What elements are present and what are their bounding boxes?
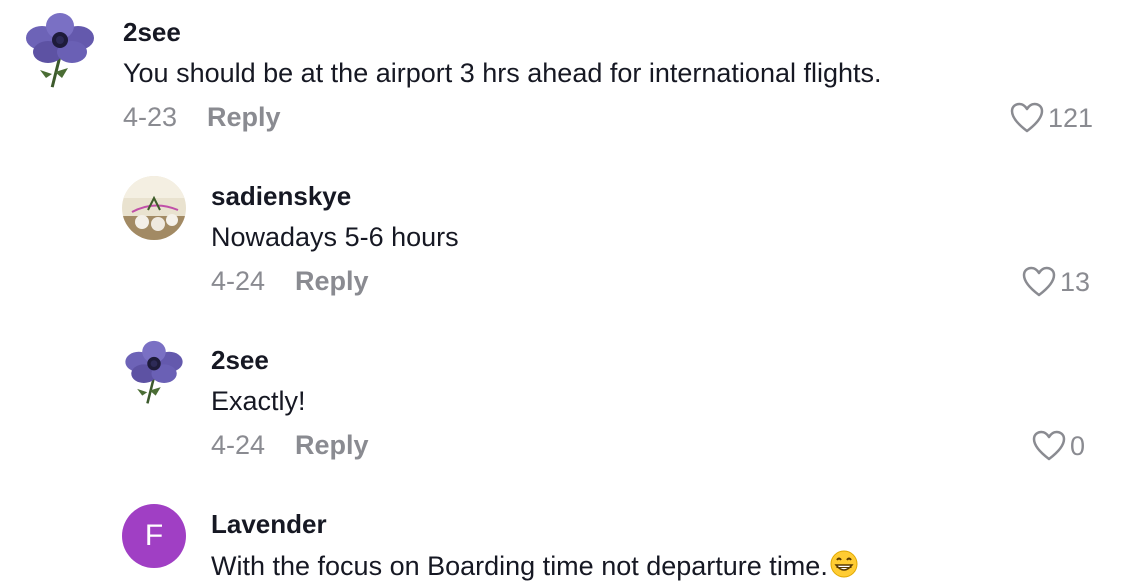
avatar[interactable]: F <box>122 504 186 568</box>
like-button[interactable]: 121 <box>1010 102 1093 134</box>
heart-icon <box>1032 430 1066 461</box>
flower-avatar-icon <box>122 340 186 404</box>
reply-button[interactable]: Reply <box>207 102 281 132</box>
grinning-face-emoji-icon <box>830 550 858 585</box>
avatar[interactable] <box>122 176 186 240</box>
comment-meta: 4-24 Reply <box>211 266 369 297</box>
like-count: 0 <box>1070 430 1086 461</box>
comment-text: You should be at the airport 3 hrs ahead… <box>123 58 882 88</box>
like-count: 13 <box>1060 266 1091 297</box>
like-count: 121 <box>1048 102 1094 133</box>
avatar[interactable] <box>122 340 186 404</box>
photo-avatar-icon <box>122 176 186 240</box>
comment-date: 4-24 <box>211 266 266 296</box>
like-button[interactable]: 0 <box>1032 430 1085 462</box>
comment-text: With the focus on Boarding time not depa… <box>211 550 858 585</box>
comment-username[interactable]: 2see <box>211 345 269 376</box>
comment-text: Nowadays 5-6 hours <box>211 222 459 252</box>
comment-meta: 4-24 Reply <box>211 430 369 461</box>
flower-avatar-icon <box>22 12 98 88</box>
comment-username[interactable]: 2see <box>123 17 181 48</box>
reply-button[interactable]: Reply <box>295 266 369 296</box>
comment-meta: 4-23 Reply <box>123 102 281 133</box>
like-button[interactable]: 13 <box>1022 266 1090 298</box>
avatar[interactable] <box>22 12 98 88</box>
heart-icon <box>1022 266 1056 297</box>
heart-icon <box>1010 102 1044 133</box>
comment-text: Exactly! <box>211 386 306 416</box>
comment-date: 4-24 <box>211 430 266 460</box>
avatar-letter: F <box>144 519 164 552</box>
reply-button[interactable]: Reply <box>295 430 369 460</box>
comment-username[interactable]: Lavender <box>211 509 327 540</box>
comment-date: 4-23 <box>123 102 178 132</box>
comment-username[interactable]: sadienskye <box>211 181 351 212</box>
comment-text-body: With the focus on Boarding time not depa… <box>211 551 828 581</box>
